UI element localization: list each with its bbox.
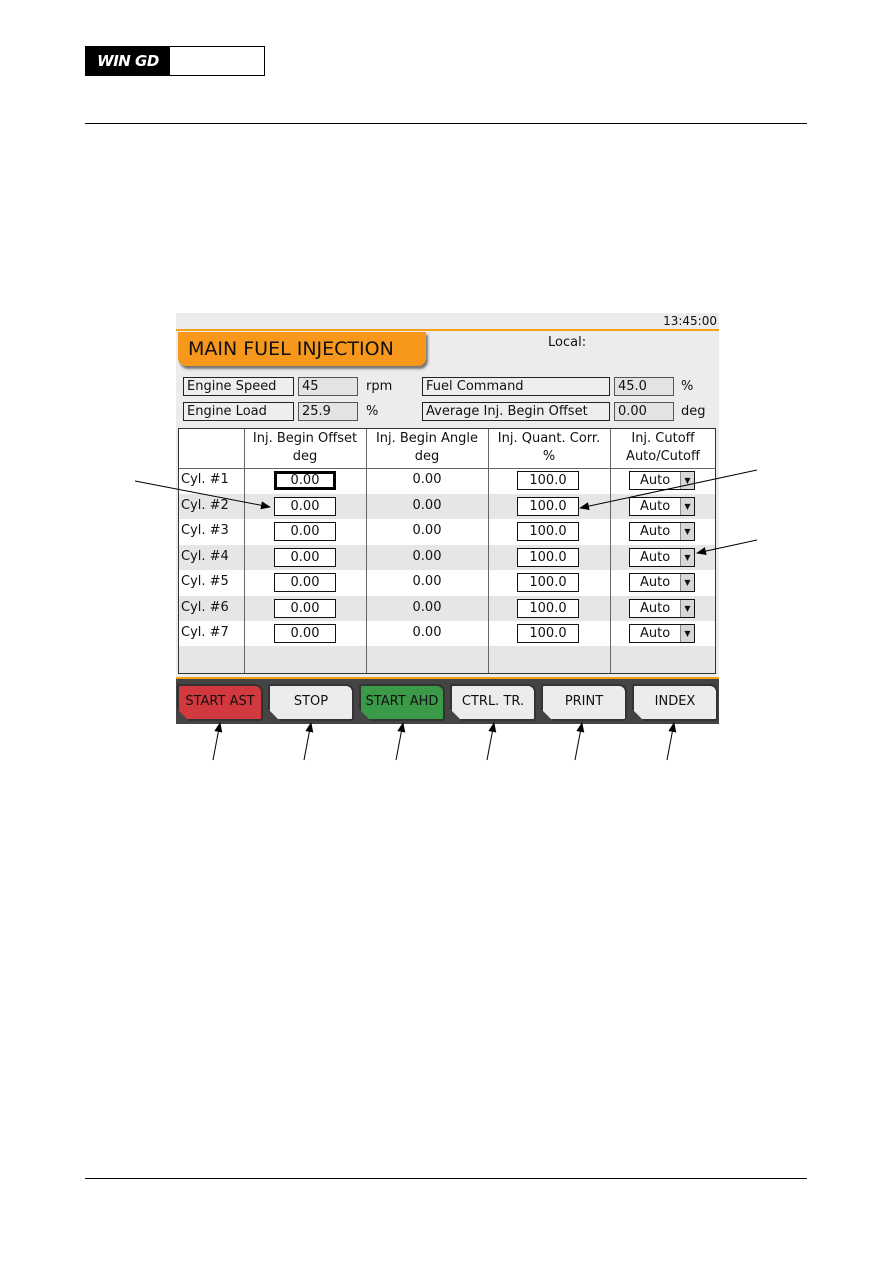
callout-arrow — [303, 722, 314, 761]
callout-arrow — [134, 480, 271, 510]
callout-arrow — [666, 722, 677, 761]
callout-arrows — [134, 469, 758, 761]
callout-arrow — [395, 722, 406, 761]
manual-page: WIN GD 13:45:00 MAIN FUEL INJECTION Loca… — [0, 0, 893, 1263]
callout-arrow — [486, 722, 497, 761]
callout-arrow — [574, 722, 585, 761]
callout-arrow — [696, 539, 758, 556]
callout-arrow — [579, 469, 758, 511]
callout-arrow — [212, 722, 223, 761]
